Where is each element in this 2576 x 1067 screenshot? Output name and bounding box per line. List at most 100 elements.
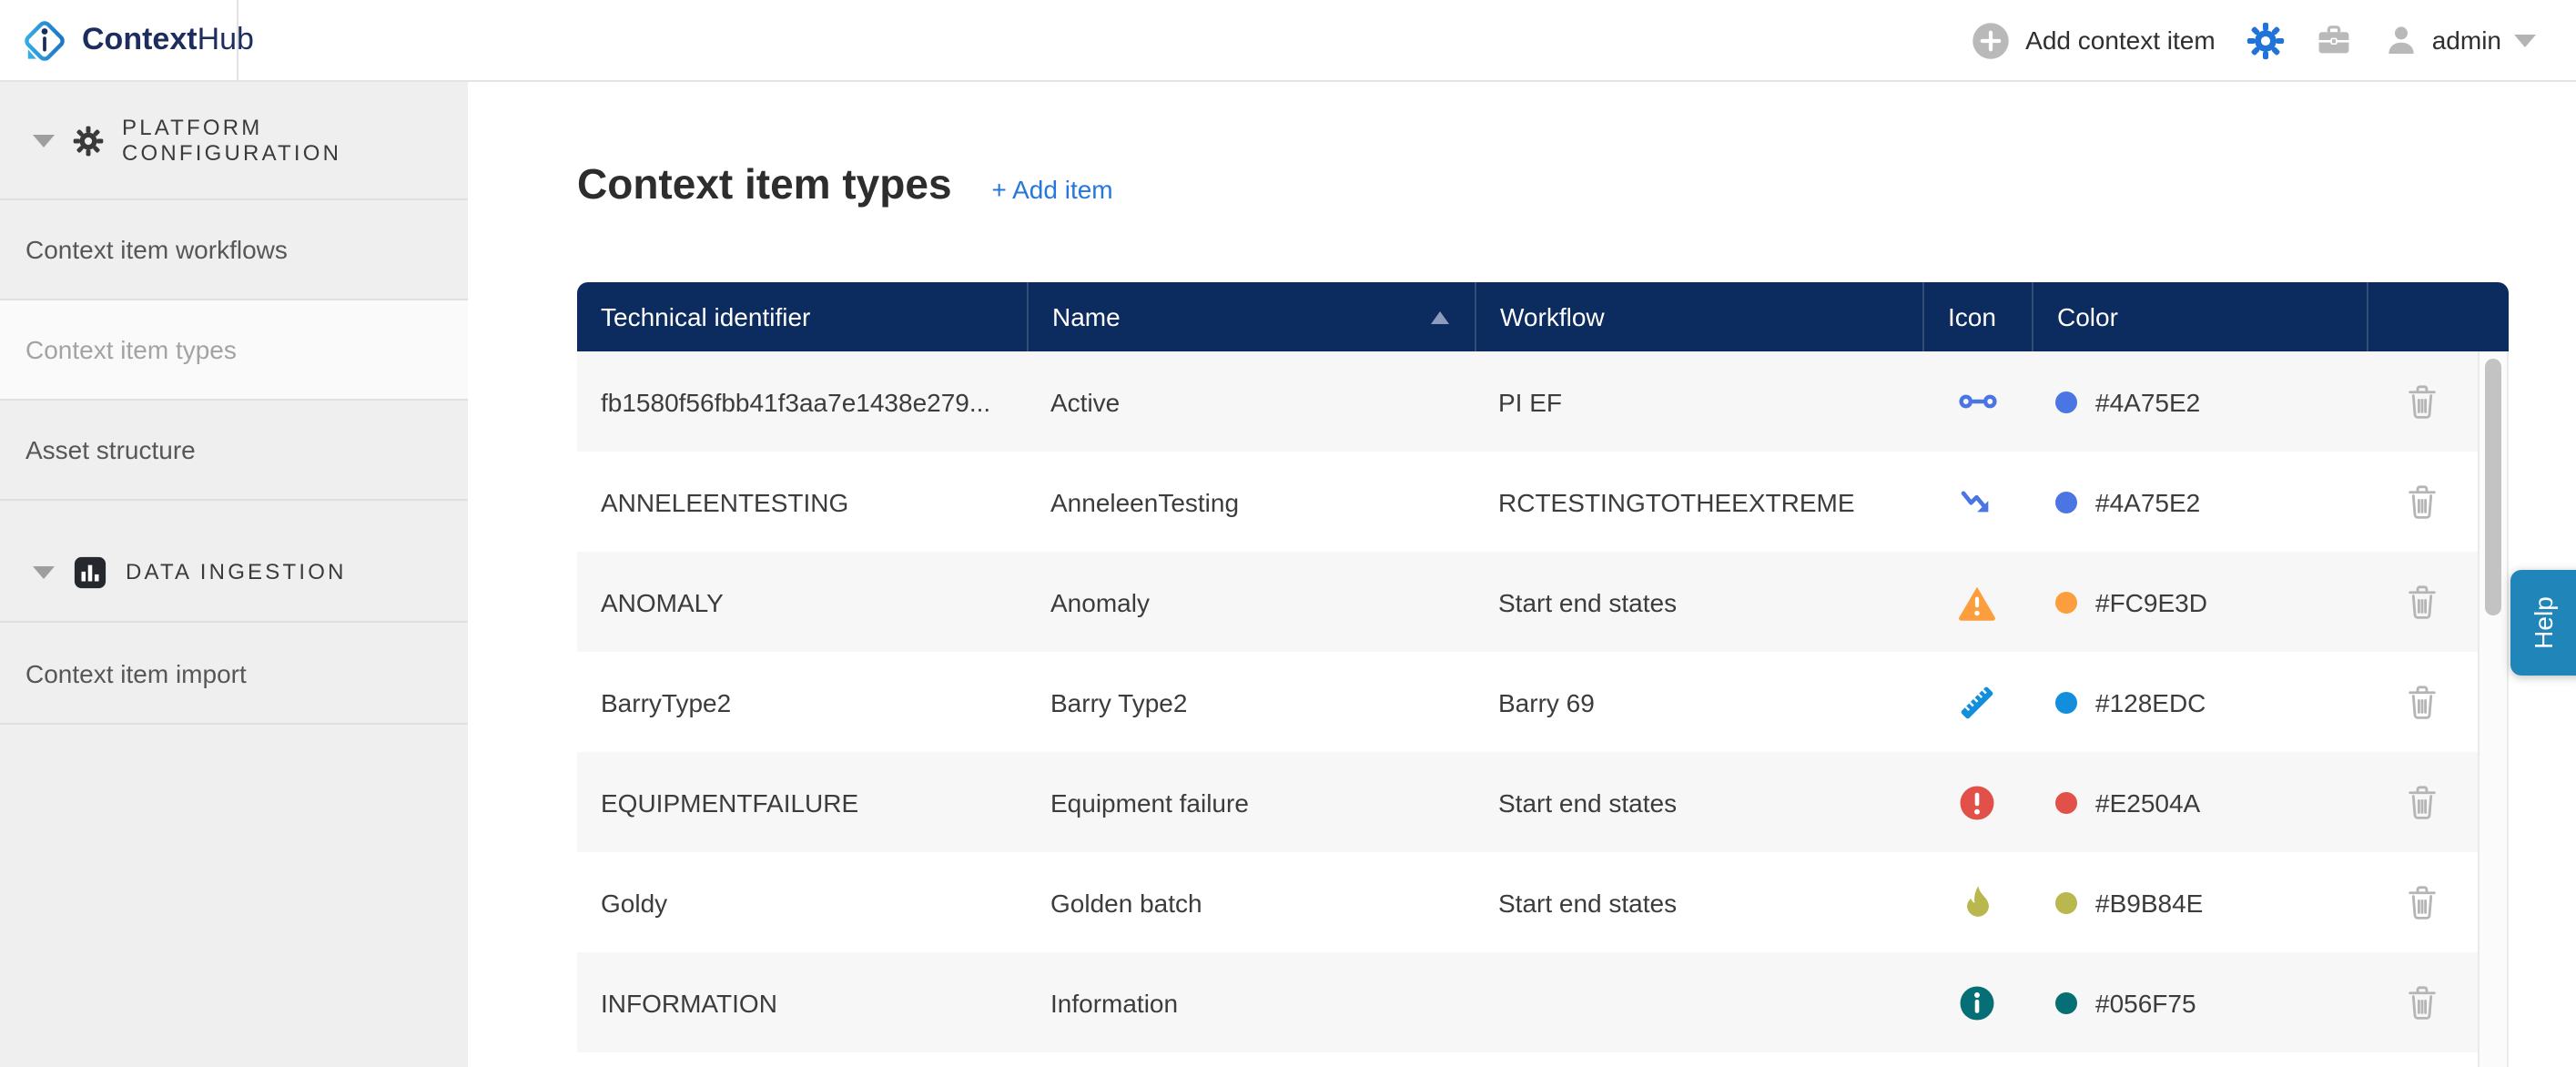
settings-gear-button[interactable] xyxy=(2246,21,2285,59)
context-item-types-table: Technical identifier Name Workflow Icon … xyxy=(577,282,2509,1067)
color-hex: #4A75E2 xyxy=(2095,387,2200,416)
table-row[interactable]: fb1580f56fbb41f3aa7e1438e279... Active P… xyxy=(577,351,2478,452)
cell-technical-identifier: ANNELEENTESTING xyxy=(577,487,1027,516)
cell-technical-identifier: EQUIPMENTFAILURE xyxy=(577,788,1027,817)
cell-color: #FC9E3D xyxy=(2032,587,2367,616)
table-scrollbar-track[interactable] xyxy=(2478,351,2509,1067)
sidebar-item-context-item-workflows[interactable]: Context item workflows xyxy=(0,200,468,300)
gear-icon xyxy=(2246,21,2285,59)
chevron-down-icon xyxy=(33,565,55,578)
trash-icon[interactable] xyxy=(2405,683,2439,721)
cell-color: #056F75 xyxy=(2032,988,2367,1017)
table-body: fb1580f56fbb41f3aa7e1438e279... Active P… xyxy=(577,351,2478,1067)
user-menu[interactable]: admin xyxy=(2383,22,2536,58)
table-row[interactable]: ANOMALY Anomaly Start end states #FC9E3D xyxy=(577,552,2478,652)
toolbox-button[interactable] xyxy=(2316,22,2352,58)
cell-color: #4A75E2 xyxy=(2032,387,2367,416)
info-circle-icon xyxy=(1922,982,2032,1022)
chevron-down-icon xyxy=(33,134,55,147)
cell-actions xyxy=(2367,483,2478,521)
cell-color: #E2504A xyxy=(2032,788,2367,817)
cell-actions xyxy=(2367,783,2478,821)
contexthub-diamond-logo-icon xyxy=(20,15,69,65)
user-name: admin xyxy=(2432,25,2501,55)
table-header-row: Technical identifier Name Workflow Icon … xyxy=(577,282,2509,351)
cell-technical-identifier: Goldy xyxy=(577,888,1027,917)
cell-name: Golden batch xyxy=(1027,888,1475,917)
trash-icon[interactable] xyxy=(2405,783,2439,821)
cell-workflow: Start end states xyxy=(1475,788,1922,817)
cell-technical-identifier: fb1580f56fbb41f3aa7e1438e279... xyxy=(577,387,1027,416)
topbar: ContextHub Add context item xyxy=(0,0,2576,82)
color-dot xyxy=(2055,391,2077,412)
cell-actions xyxy=(2367,983,2478,1021)
color-hex: #128EDC xyxy=(2095,687,2206,716)
cell-technical-identifier: INFORMATION xyxy=(577,988,1027,1017)
sidebar-item-context-item-types[interactable]: Context item types xyxy=(0,300,468,401)
column-header-name[interactable]: Name xyxy=(1027,282,1475,351)
contexthub-app: ContextHub Add context item xyxy=(0,0,2576,1067)
chevron-down-icon xyxy=(2514,34,2536,46)
ruler-icon xyxy=(1922,682,2032,722)
column-header-actions xyxy=(2367,282,2509,351)
cell-name: Equipment failure xyxy=(1027,788,1475,817)
table-row-partial[interactable] xyxy=(577,1052,2478,1067)
cell-actions xyxy=(2367,883,2478,921)
trash-icon[interactable] xyxy=(2405,483,2439,521)
page-title: Context item types xyxy=(577,159,952,208)
trash-icon[interactable] xyxy=(2405,382,2439,421)
sidebar-item-asset-structure[interactable]: Asset structure xyxy=(0,401,468,501)
cell-workflow: Start end states xyxy=(1475,587,1922,616)
color-dot xyxy=(2055,691,2077,713)
color-hex: #4A75E2 xyxy=(2095,487,2200,516)
table-row[interactable]: ANNELEENTESTING AnneleenTesting RCTESTIN… xyxy=(577,452,2478,552)
color-dot xyxy=(2055,591,2077,613)
cell-name: Anomaly xyxy=(1027,587,1475,616)
color-dot xyxy=(2055,491,2077,513)
column-header-workflow[interactable]: Workflow xyxy=(1475,282,1922,351)
cell-workflow: PI EF xyxy=(1475,387,1922,416)
cell-name: AnneleenTesting xyxy=(1027,487,1475,516)
trash-icon[interactable] xyxy=(2405,883,2439,921)
flame-icon xyxy=(1922,883,2032,921)
color-dot xyxy=(2055,991,2077,1013)
color-hex: #B9B84E xyxy=(2095,888,2203,917)
sidebar-section-platform-configuration[interactable]: PLATFORM CONFIGURATION xyxy=(0,82,468,200)
trash-icon[interactable] xyxy=(2405,983,2439,1021)
cell-color: #128EDC xyxy=(2032,687,2367,716)
table-row[interactable]: Goldy Golden batch Start end states #B9B… xyxy=(577,852,2478,952)
column-header-icon[interactable]: Icon xyxy=(1922,282,2032,351)
column-header-technical-identifier[interactable]: Technical identifier xyxy=(577,282,1027,351)
sidebar-section-data-ingestion[interactable]: DATA INGESTION xyxy=(0,501,468,623)
column-header-color[interactable]: Color xyxy=(2032,282,2367,351)
sidebar: PLATFORM CONFIGURATION Context item work… xyxy=(0,82,468,1067)
cell-name: Information xyxy=(1027,988,1475,1017)
cell-actions xyxy=(2367,683,2478,721)
plus-circle-icon xyxy=(1971,21,2009,59)
cell-name: Barry Type2 xyxy=(1027,687,1475,716)
main-content: Context item types + Add item Technical … xyxy=(468,82,2576,1067)
brand-name: ContextHub xyxy=(82,22,254,58)
cell-workflow: Barry 69 xyxy=(1475,687,1922,716)
link-icon xyxy=(1922,382,2032,421)
gear-icon xyxy=(73,125,104,156)
table-row[interactable]: INFORMATION Information #056F75 xyxy=(577,952,2478,1052)
trash-icon[interactable] xyxy=(2405,583,2439,621)
exclamation-circle-icon xyxy=(1922,782,2032,822)
cell-technical-identifier: ANOMALY xyxy=(577,587,1027,616)
color-hex: #E2504A xyxy=(2095,788,2200,817)
cell-workflow: Start end states xyxy=(1475,888,1922,917)
add-item-link[interactable]: + Add item xyxy=(992,175,1113,204)
help-tab[interactable]: Help xyxy=(2510,570,2576,676)
table-row[interactable]: BarryType2 Barry Type2 Barry 69 #128EDC xyxy=(577,652,2478,752)
color-hex: #056F75 xyxy=(2095,988,2196,1017)
app-logo[interactable]: ContextHub xyxy=(0,0,238,80)
sidebar-item-context-item-import[interactable]: Context item import xyxy=(0,623,468,725)
cell-color: #4A75E2 xyxy=(2032,487,2367,516)
color-dot xyxy=(2055,791,2077,813)
color-dot xyxy=(2055,891,2077,913)
topbar-actions: Add context item xyxy=(1971,21,2576,59)
table-row[interactable]: EQUIPMENTFAILURE Equipment failure Start… xyxy=(577,752,2478,852)
table-scrollbar-thumb[interactable] xyxy=(2485,359,2501,615)
add-context-item-button[interactable]: Add context item xyxy=(1971,21,2216,59)
